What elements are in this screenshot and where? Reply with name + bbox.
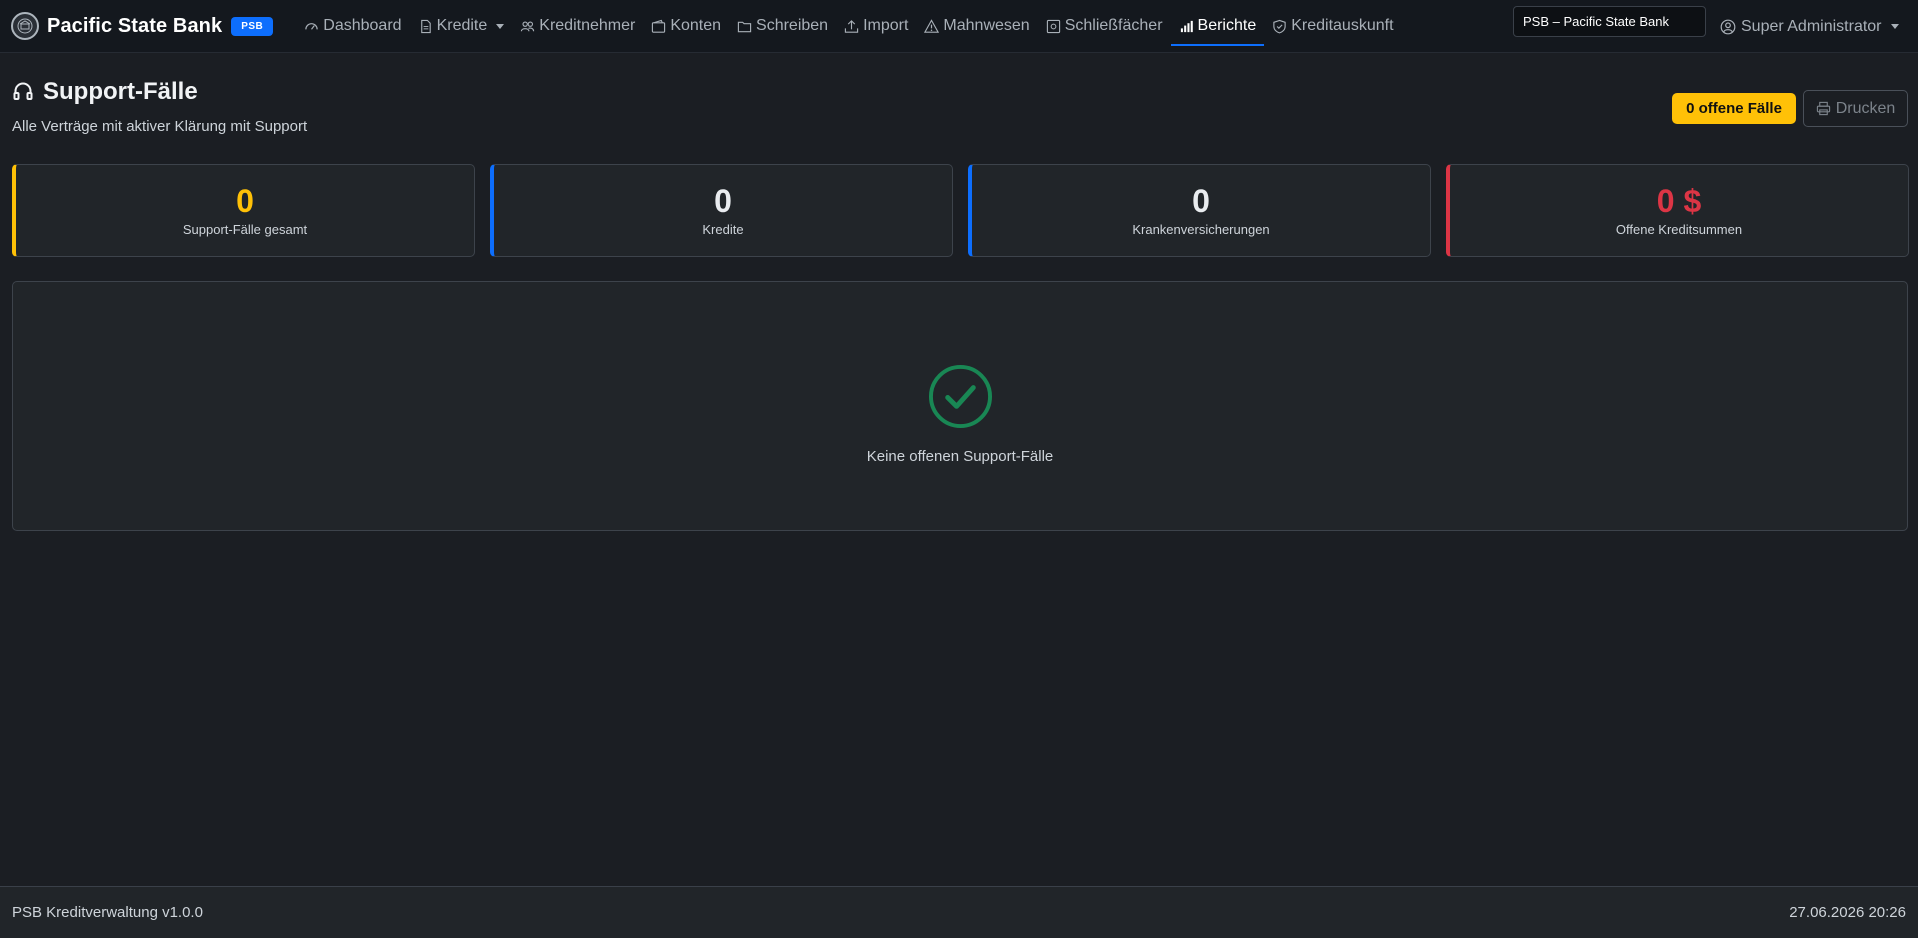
nav-item-kredite[interactable]: Kredite <box>410 0 513 53</box>
main-nav: Dashboard Kredite Kreditnehmer Konten Sc… <box>296 0 1401 53</box>
brand-badge: PSB <box>231 16 274 36</box>
upload-icon <box>844 19 859 34</box>
nav-item-label: Import <box>863 17 909 34</box>
speedometer-icon <box>304 19 319 34</box>
nav-item-dashboard[interactable]: Dashboard <box>296 0 409 53</box>
page-title-text: Support-Fälle <box>43 78 198 105</box>
stat-value: 0 <box>714 183 732 219</box>
print-button[interactable]: Drucken <box>1803 90 1908 127</box>
safe-icon <box>1046 19 1061 34</box>
nav-item-label: Kreditnehmer <box>539 17 636 34</box>
nav-item-schreiben[interactable]: Schreiben <box>729 0 836 53</box>
top-navbar: Pacific State Bank PSB Dashboard Kredite… <box>0 0 1918 53</box>
nav-item-label: Kreditauskunft <box>1291 17 1394 34</box>
nav-item-konten[interactable]: Konten <box>643 0 729 53</box>
nav-item-label: Konten <box>670 17 722 34</box>
footer: PSB Kreditverwaltung v1.0.0 27.06.2026 2… <box>0 886 1918 938</box>
headset-icon <box>12 81 34 103</box>
empty-state-panel: Keine offenen Support-Fälle <box>12 281 1908 531</box>
empty-state-text: Keine offenen Support-Fälle <box>866 448 1054 465</box>
stat-value: 0 <box>1192 183 1210 219</box>
nav-item-import[interactable]: Import <box>836 0 916 53</box>
stat-label: Offene Kreditsummen <box>1615 222 1743 237</box>
user-menu[interactable]: Super Administrator <box>1720 0 1899 53</box>
print-button-label: Drucken <box>1835 99 1896 117</box>
user-circle-icon <box>1720 19 1736 35</box>
shield-check-icon <box>1272 19 1287 34</box>
document-icon <box>418 19 433 34</box>
nav-item-label: Schreiben <box>756 17 829 34</box>
brand-title: Pacific State Bank <box>47 14 223 37</box>
stat-label: Krankenversicherungen <box>1132 222 1270 237</box>
nav-item-label: Mahnwesen <box>943 17 1030 34</box>
tenant-select[interactable]: PSB – Pacific State Bank <box>1513 6 1706 37</box>
stat-value: 0 $ <box>1656 183 1702 219</box>
stat-card-health-insurance: 0 Krankenversicherungen <box>968 164 1431 257</box>
folder-icon <box>737 19 752 34</box>
page-title: Support-Fälle <box>12 78 307 106</box>
bank-seal-icon <box>11 12 39 40</box>
page-header: Support-Fälle Alle Verträge mit aktiver … <box>12 78 307 135</box>
nav-item-label: Berichte <box>1197 17 1257 34</box>
stat-label: Kredite <box>702 222 744 237</box>
nav-item-schliessfaecher[interactable]: Schließfächer <box>1038 0 1171 53</box>
stat-card-open-credit-sum: 0 $ Offene Kreditsummen <box>1446 164 1909 257</box>
printer-icon <box>1816 101 1831 116</box>
brand[interactable]: Pacific State Bank PSB <box>11 0 274 53</box>
check-circle-icon <box>928 364 993 429</box>
bar-chart-icon <box>1179 19 1194 34</box>
footer-datetime: 27.06.2026 20:26 <box>1789 904 1906 921</box>
page-subtitle: Alle Verträge mit aktiver Klärung mit Su… <box>12 118 308 135</box>
chevron-down-icon <box>1890 24 1899 29</box>
stat-card-support-cases: 0 Support-Fälle gesamt <box>12 164 475 257</box>
stat-label: Support-Fälle gesamt <box>182 222 308 237</box>
chevron-down-icon <box>496 23 505 29</box>
nav-item-kreditauskunft[interactable]: Kreditauskunft <box>1264 0 1401 53</box>
nav-item-mahnwesen[interactable]: Mahnwesen <box>916 0 1037 53</box>
warning-icon <box>924 18 940 34</box>
people-icon <box>520 19 535 34</box>
nav-item-kreditnehmer[interactable]: Kreditnehmer <box>512 0 643 53</box>
wallet-icon <box>651 19 666 34</box>
user-name: Super Administrator <box>1741 17 1882 35</box>
nav-item-label: Dashboard <box>323 17 402 34</box>
stat-value: 0 <box>236 183 254 219</box>
stat-card-credits: 0 Kredite <box>490 164 953 257</box>
app-version: PSB Kreditverwaltung v1.0.0 <box>12 904 203 921</box>
nav-item-berichte[interactable]: Berichte <box>1170 0 1265 53</box>
nav-item-label: Schließfächer <box>1064 17 1163 34</box>
nav-item-label: Kredite <box>436 17 488 34</box>
open-cases-badge: 0 offene Fälle <box>1672 93 1796 124</box>
